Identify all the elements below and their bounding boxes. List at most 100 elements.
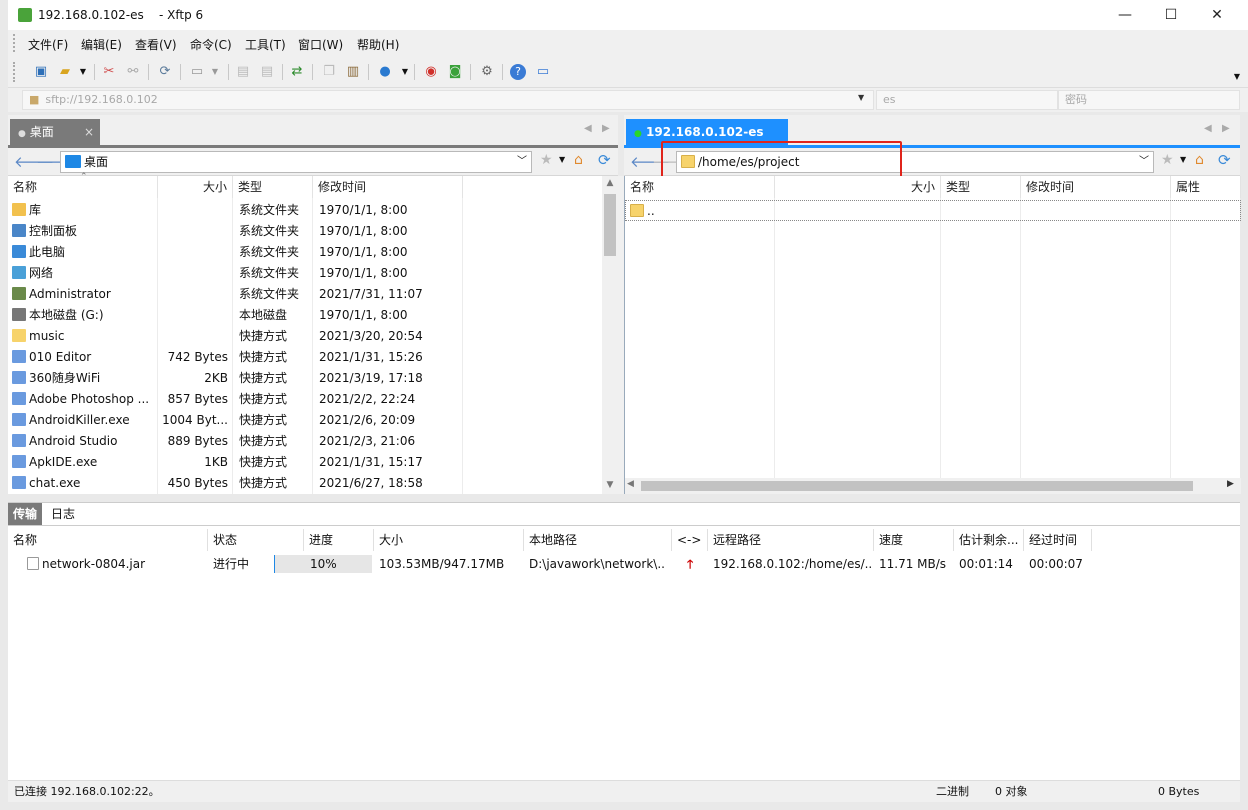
list-item[interactable]: AndroidKiller.exe 1004 Byt... 快捷方式 2021/2/6…: [8, 410, 602, 431]
refresh-icon[interactable]: ⟳: [598, 151, 611, 169]
list-item[interactable]: Android Studio 889 Bytes 快捷方式 2021/2/3, 21:…: [8, 431, 602, 452]
chevron-down-icon[interactable]: ▼: [858, 93, 864, 102]
menu-edit[interactable]: 编辑(E): [81, 36, 122, 53]
refresh-icon[interactable]: ⟳: [1218, 151, 1231, 169]
scroll-right-icon[interactable]: ▶: [1227, 479, 1234, 489]
list-item[interactable]: Adobe Photoshop ... 857 Bytes 快捷方式 2021/2/2…: [8, 389, 602, 410]
home-icon[interactable]: ⌂: [574, 152, 583, 168]
column-header-name[interactable]: 名称: [8, 529, 208, 551]
chevron-down-icon[interactable]: ▼: [559, 155, 565, 164]
username-field[interactable]: es: [876, 90, 1058, 110]
tab-desktop[interactable]: ● 桌面 ×: [10, 119, 100, 145]
favorite-star-icon[interactable]: ★: [540, 152, 553, 168]
gear-icon[interactable]: ⚙: [478, 63, 496, 81]
chevron-down-icon[interactable]: ▼: [1180, 155, 1186, 164]
column-header-type[interactable]: 类型: [941, 176, 1021, 198]
minimize-button[interactable]: —: [1102, 0, 1148, 30]
chevron-down-icon[interactable]: ▼: [74, 63, 92, 81]
close-button[interactable]: ✕: [1194, 0, 1240, 30]
globe-icon[interactable]: ●: [376, 63, 394, 81]
menu-file[interactable]: 文件(F): [28, 36, 68, 53]
favorite-star-icon[interactable]: ★: [1161, 152, 1174, 168]
scrollbar-thumb[interactable]: [641, 481, 1193, 491]
column-header-name[interactable]: 名称: [625, 176, 775, 198]
sync-icon[interactable]: ⟳: [156, 63, 174, 81]
menu-view[interactable]: 查看(V): [135, 36, 177, 53]
column-header-size[interactable]: 大小: [775, 176, 941, 198]
tab-scroll-right-icon[interactable]: ▶: [1222, 123, 1230, 134]
file-name: chat.exe: [29, 476, 81, 490]
panel-splitter[interactable]: [618, 176, 624, 494]
column-header-elapsed[interactable]: 经过时间: [1024, 529, 1092, 551]
terminal-icon[interactable]: ▭: [188, 63, 206, 81]
menu-tools[interactable]: 工具(T): [245, 36, 286, 53]
tab-scroll-left-icon[interactable]: ◀: [584, 123, 592, 134]
menu-help[interactable]: 帮助(H): [357, 36, 399, 53]
column-header-size[interactable]: 大小: [158, 176, 233, 198]
new-session-icon[interactable]: ▣: [32, 63, 50, 81]
chevron-down-icon[interactable]: ▼: [206, 63, 224, 81]
paste-icon[interactable]: ▥: [344, 63, 362, 81]
list-item[interactable]: 本地磁盘 (G:) 本地磁盘 1970/1/1, 8:00: [8, 305, 602, 326]
list-item[interactable]: ApkIDE.exe 1KB 快捷方式 2021/1/31, 15:17: [8, 452, 602, 473]
list-item[interactable]: music 快捷方式 2021/3/20, 20:54: [8, 326, 602, 347]
tab-transfer[interactable]: 传输: [8, 503, 43, 525]
list-item[interactable]: 网络 系统文件夹 1970/1/1, 8:00: [8, 263, 602, 284]
list-item[interactable]: 控制面板 系统文件夹 1970/1/1, 8:00: [8, 221, 602, 242]
left-path-input[interactable]: 桌面 ﹀: [60, 151, 532, 173]
copy-icon[interactable]: ❐: [320, 63, 338, 81]
file-size: [158, 200, 228, 221]
list-item[interactable]: chat.exe 450 Bytes 快捷方式 2021/6/27, 18:58: [8, 473, 602, 494]
column-header-remote-path[interactable]: 远程路径: [708, 529, 874, 551]
list-item[interactable]: Administrator 系统文件夹 2021/7/31, 11:07: [8, 284, 602, 305]
menu-command[interactable]: 命令(C): [190, 36, 232, 53]
right-horizontal-scrollbar[interactable]: ◀ ▶: [625, 478, 1241, 494]
menu-window[interactable]: 窗口(W): [298, 36, 343, 53]
list-item[interactable]: 库 系统文件夹 1970/1/1, 8:00: [8, 200, 602, 221]
upload-icon[interactable]: ▤: [234, 63, 252, 81]
home-icon[interactable]: ⌂: [1195, 152, 1204, 168]
disconnect-icon[interactable]: ✂: [100, 63, 118, 81]
url-field[interactable]: ■ sftp://192.168.0.102: [22, 90, 874, 110]
transfer-arrows-icon[interactable]: ⇄: [288, 63, 306, 81]
open-folder-icon[interactable]: ▰: [56, 63, 74, 81]
left-vertical-scrollbar[interactable]: ▲ ▼: [602, 176, 618, 494]
column-header-size[interactable]: 大小: [374, 529, 524, 551]
column-header-modified[interactable]: 修改时间: [313, 176, 463, 198]
column-header-type[interactable]: 类型: [233, 176, 313, 198]
chat-icon[interactable]: ▭: [534, 63, 552, 81]
column-header-direction[interactable]: <->: [672, 529, 708, 551]
reconnect-icon[interactable]: ⚯: [124, 63, 142, 81]
toolbar-overflow-icon[interactable]: ▼: [1228, 68, 1246, 86]
file-modified: 2021/1/31, 15:26: [319, 350, 423, 364]
password-field[interactable]: 密码: [1058, 90, 1240, 110]
column-header-modified[interactable]: 修改时间: [1021, 176, 1171, 198]
list-item[interactable]: ..: [625, 200, 1241, 221]
chevron-down-icon[interactable]: ﹀: [517, 152, 527, 172]
chevron-down-icon[interactable]: ﹀: [1139, 152, 1149, 172]
column-header-status[interactable]: 状态: [208, 529, 304, 551]
maximize-button[interactable]: ☐: [1148, 0, 1194, 30]
list-item[interactable]: 360随身WiFi 2KB 快捷方式 2021/3/19, 17:18: [8, 368, 602, 389]
list-item[interactable]: 010 Editor 742 Bytes 快捷方式 2021/1/31, 15:26: [8, 347, 602, 368]
column-header-local-path[interactable]: 本地路径: [524, 529, 672, 551]
column-header-remaining[interactable]: 估计剩余...: [954, 529, 1024, 551]
scroll-up-icon[interactable]: ▲: [602, 178, 618, 188]
tab-scroll-left-icon[interactable]: ◀: [1204, 123, 1212, 134]
xftp-icon[interactable]: ◙: [446, 63, 464, 81]
column-header-speed[interactable]: 速度: [874, 529, 954, 551]
scroll-down-icon[interactable]: ▼: [602, 480, 618, 490]
help-icon[interactable]: ?: [510, 64, 526, 80]
xshell-icon[interactable]: ◉: [422, 63, 440, 81]
column-header-attributes[interactable]: 属性: [1171, 176, 1241, 198]
chevron-down-icon[interactable]: ▼: [396, 63, 414, 81]
tab-log[interactable]: 日志: [46, 503, 80, 525]
column-header-progress[interactable]: 进度: [304, 529, 374, 551]
scroll-left-icon[interactable]: ◀: [627, 479, 634, 489]
list-item[interactable]: 此电脑 系统文件夹 1970/1/1, 8:00: [8, 242, 602, 263]
tab-scroll-right-icon[interactable]: ▶: [602, 123, 610, 134]
toolbar-grip: [13, 62, 16, 82]
download-icon[interactable]: ▤: [258, 63, 276, 81]
close-icon[interactable]: ×: [84, 119, 94, 145]
scrollbar-thumb[interactable]: [604, 194, 616, 256]
